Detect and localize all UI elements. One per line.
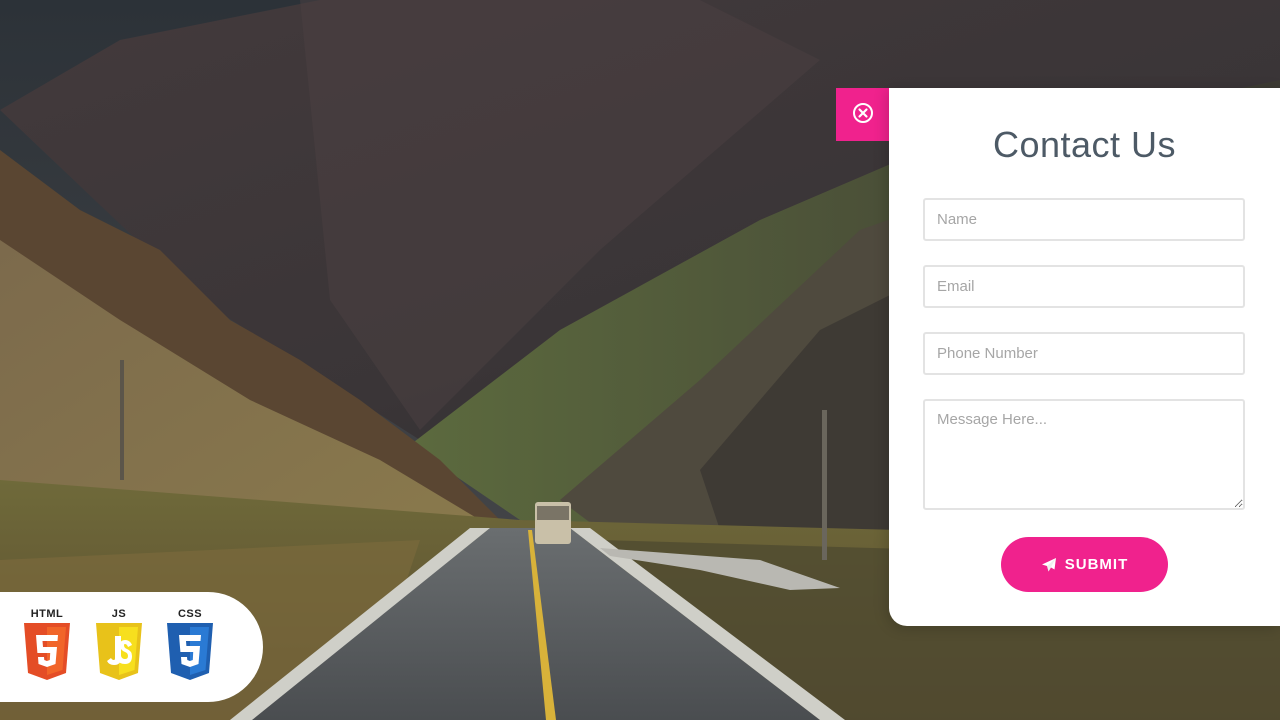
name-field[interactable] [923, 198, 1245, 241]
message-field[interactable] [923, 399, 1245, 510]
js-icon [94, 623, 144, 681]
email-field[interactable] [923, 265, 1245, 308]
tech-item-html: HTML [22, 608, 72, 681]
submit-button[interactable]: SUBMIT [1001, 537, 1168, 592]
close-circle-icon [852, 102, 874, 127]
form-title: Contact Us [992, 124, 1177, 165]
tech-item-js: JS [94, 608, 144, 681]
tech-item-css: CSS [165, 608, 215, 681]
phone-field[interactable] [923, 332, 1245, 375]
close-button[interactable] [836, 88, 889, 141]
css3-icon [165, 623, 215, 681]
contact-form-panel: Contact Us SUBMIT [889, 88, 1280, 626]
submit-label: SUBMIT [1064, 556, 1129, 573]
tech-badge: HTML JS CSS [0, 592, 263, 702]
html5-icon [22, 623, 72, 681]
tech-label: HTML [30, 608, 64, 620]
tech-label: JS [111, 608, 127, 620]
tech-label: CSS [177, 608, 203, 620]
paper-plane-icon [1041, 557, 1057, 573]
